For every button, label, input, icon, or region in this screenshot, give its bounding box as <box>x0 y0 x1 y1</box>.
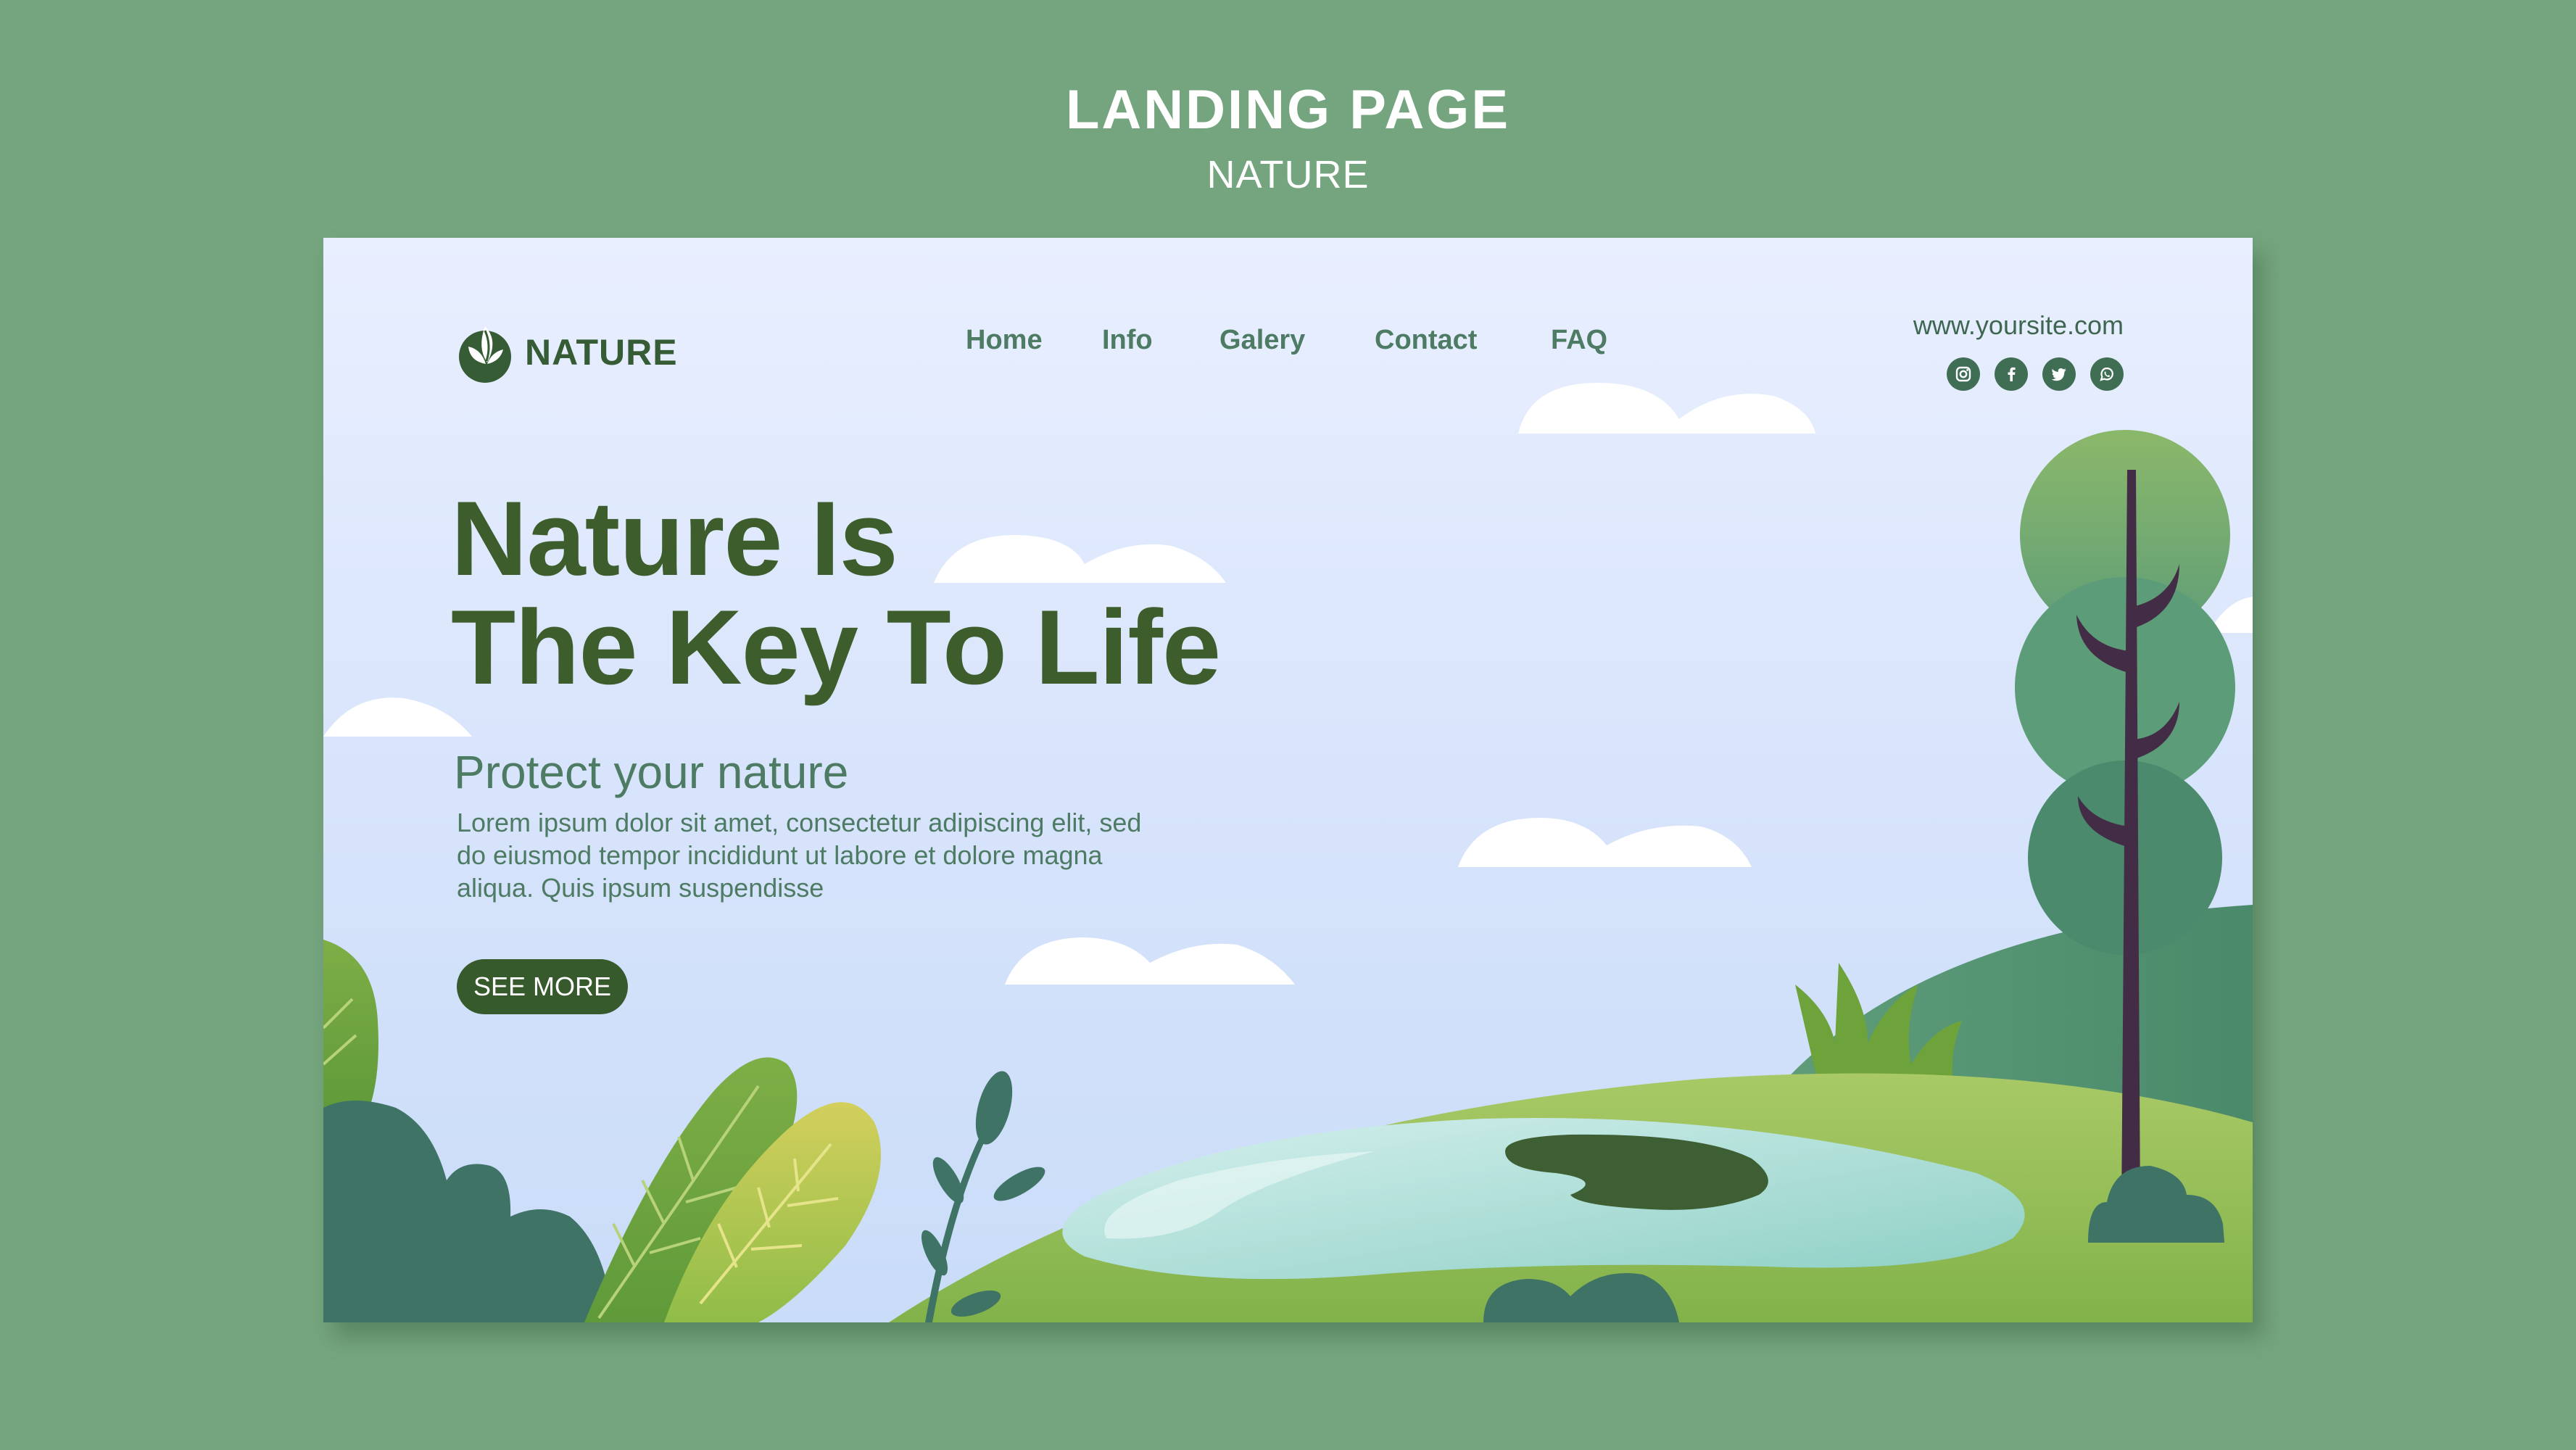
hero-tagline: Protect your nature <box>454 746 849 798</box>
cloud <box>323 697 472 737</box>
whatsapp-icon[interactable] <box>2090 357 2124 391</box>
cloud <box>1518 383 1815 434</box>
cloud <box>1458 818 1752 867</box>
social-links <box>1947 357 2124 391</box>
site-url[interactable]: www.yoursite.com <box>1913 310 2124 341</box>
cloud <box>1005 937 1295 985</box>
nav-item-info[interactable]: Info <box>1102 325 1153 356</box>
nav-item-faq[interactable]: FAQ <box>1551 325 1607 356</box>
edge-leaf <box>323 940 378 1115</box>
nav-item-galery[interactable]: Galery <box>1219 325 1305 356</box>
landing-page-mockup: NATURE Home Info Galery Contact FAQ www.… <box>323 238 2253 1322</box>
nav-item-contact[interactable]: Contact <box>1375 325 1477 356</box>
nav-item-home[interactable]: Home <box>966 325 1043 356</box>
hero-headline-line2: The Key To Life <box>451 588 1221 706</box>
hero-headline-line1: Nature Is <box>451 479 898 597</box>
instagram-icon[interactable] <box>1947 357 1980 391</box>
hero-body-text: Lorem ipsum dolor sit amet, consectetur … <box>457 808 1142 903</box>
left-bush <box>323 1101 613 1322</box>
twitter-icon[interactable] <box>2042 357 2076 391</box>
hero-headline: Nature Is The Key To Life <box>451 479 1221 706</box>
see-more-button[interactable]: SEE MORE <box>457 959 628 1014</box>
page-header-title: LANDING PAGE <box>1065 79 1511 141</box>
page-header-subtitle: NATURE <box>1206 153 1370 196</box>
facebook-icon[interactable] <box>1995 357 2028 391</box>
